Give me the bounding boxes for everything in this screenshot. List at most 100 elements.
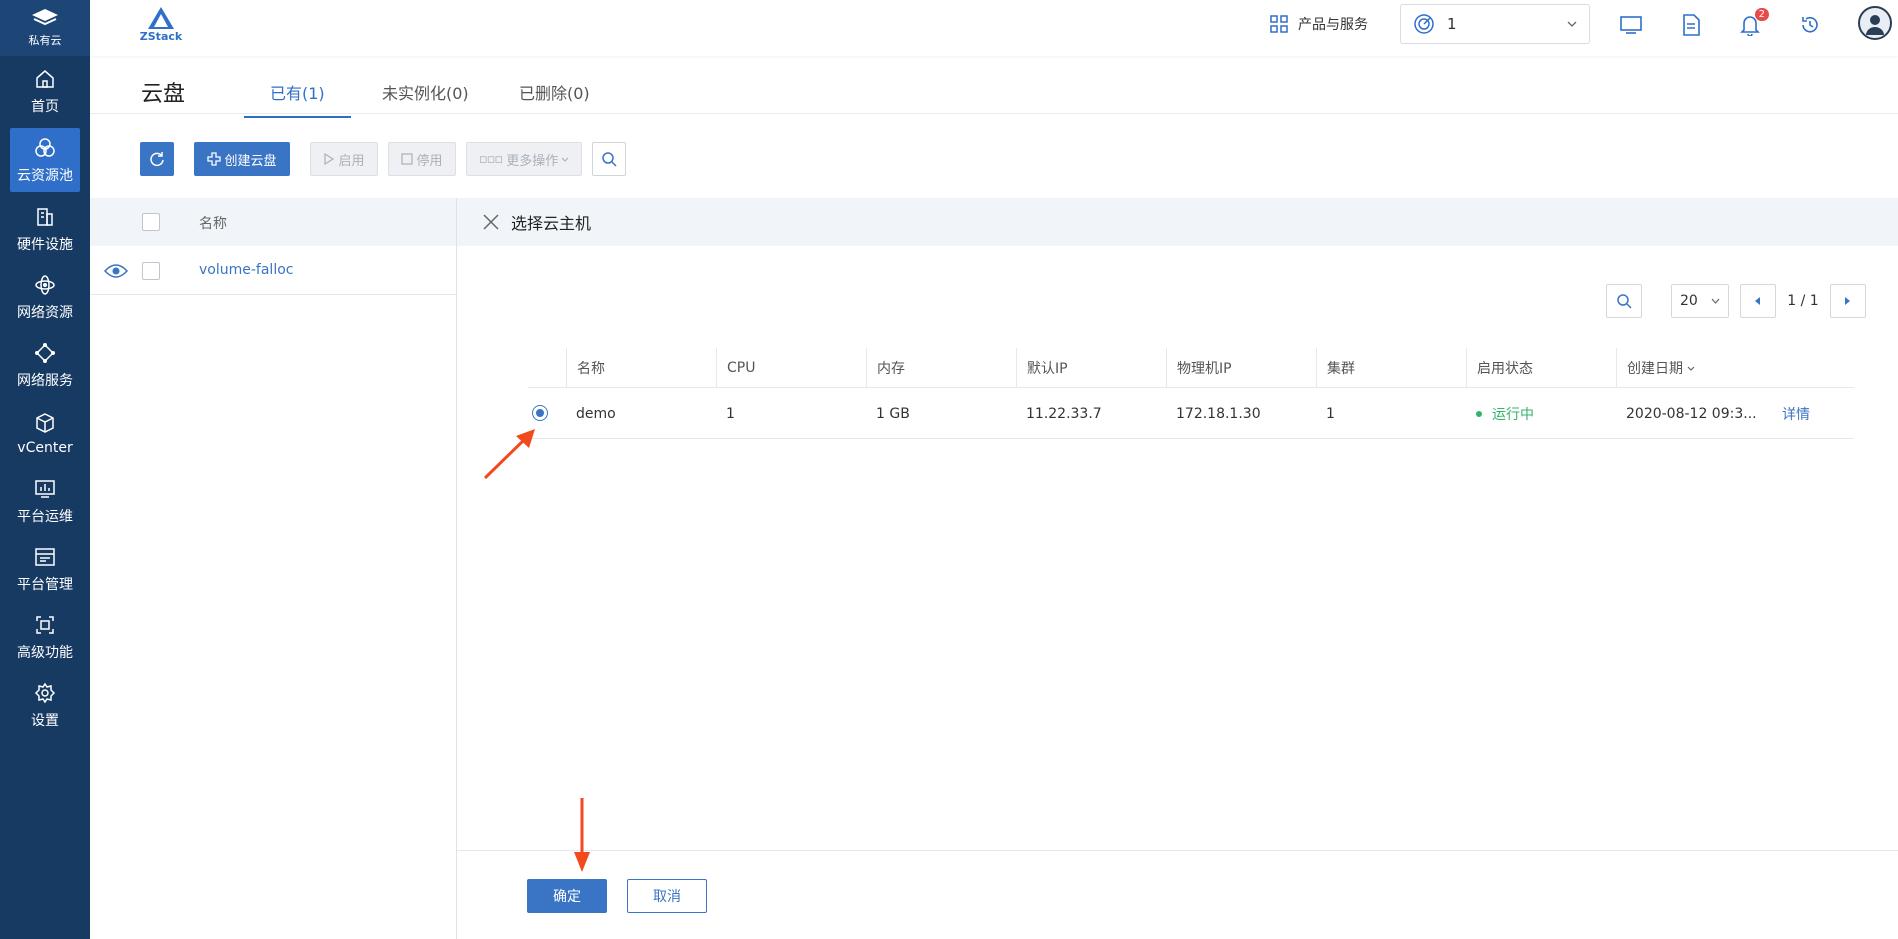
search-icon	[1617, 294, 1632, 309]
sidebar: 私有云 首页 云资源池 硬件设施 网络资源 网络服务 vCenter 平台运维 …	[0, 0, 90, 939]
eye-icon[interactable]	[104, 262, 128, 280]
table-row[interactable]: demo 1 1 GB 11.22.33.7 172.18.1.30 1 运行中…	[528, 389, 1854, 439]
vm-cluster: 1	[1326, 406, 1335, 422]
sidebar-item-label: 高级功能	[17, 645, 73, 661]
status-label: 运行中	[1492, 407, 1534, 423]
sidebar-item-platform-manage[interactable]: 平台管理	[0, 536, 90, 602]
create-volume-label: 创建云盘	[224, 153, 277, 169]
volume-list-header: 名称	[90, 198, 457, 246]
sidebar-brand[interactable]: 私有云	[0, 0, 90, 56]
vm-table-header: 名称 CPU 内存 默认IP 物理机IP 集群 启用状态 创建日期	[528, 348, 1854, 388]
notification-badge: 2	[1754, 8, 1769, 21]
hardware-icon	[32, 204, 58, 230]
sidebar-item-vcenter[interactable]: vCenter	[0, 400, 90, 466]
more-dots-icon: ▫▫▫	[478, 151, 503, 167]
prev-page-button[interactable]	[1740, 284, 1776, 318]
page-size-select[interactable]: 20	[1671, 284, 1729, 318]
products-services-menu[interactable]: 产品与服务	[1270, 14, 1368, 34]
volume-name-link[interactable]: volume-falloc	[199, 262, 293, 278]
sidebar-item-label: 首页	[31, 99, 59, 115]
column-header-default-ip: 默认IP	[1016, 348, 1166, 388]
advanced-icon	[32, 612, 58, 638]
sort-down-icon	[1687, 366, 1695, 371]
user-avatar[interactable]	[1858, 6, 1892, 40]
vcenter-cube-icon	[32, 410, 58, 436]
row-checkbox[interactable]	[142, 262, 160, 280]
status-dot-icon	[1476, 411, 1482, 417]
page-size-value: 20	[1680, 293, 1698, 309]
column-header-cpu: CPU	[716, 348, 866, 388]
sidebar-item-label: 平台运维	[17, 509, 73, 525]
column-header-memory: 内存	[866, 348, 1016, 388]
bell-icon[interactable]: 2	[1737, 8, 1769, 38]
panel-header: 选择云主机	[457, 198, 1898, 246]
zone-value: 1	[1447, 15, 1457, 33]
history-icon[interactable]	[1797, 12, 1823, 38]
search-button[interactable]	[592, 142, 626, 176]
create-volume-button[interactable]: 创建云盘	[194, 142, 290, 176]
sidebar-item-hardware[interactable]: 硬件设施	[0, 196, 90, 262]
sidebar-item-advanced[interactable]: 高级功能	[0, 604, 90, 670]
vm-name: demo	[576, 406, 616, 422]
column-header-created-date[interactable]: 创建日期	[1616, 348, 1854, 388]
sidebar-item-label: 硬件设施	[17, 237, 73, 253]
page-info: 1 / 1	[1787, 293, 1819, 309]
table-row[interactable]: volume-falloc	[90, 247, 457, 295]
detail-link[interactable]: 详情	[1772, 389, 1810, 439]
stop-icon	[401, 153, 414, 165]
status-badge: 运行中	[1466, 389, 1534, 439]
select-all-checkbox[interactable]	[142, 213, 160, 231]
sidebar-item-label: 设置	[31, 713, 59, 729]
tab-existing[interactable]: 已有(1)	[244, 80, 351, 118]
play-icon	[324, 153, 335, 165]
monitor-icon[interactable]	[1618, 12, 1644, 38]
table-search-button[interactable]	[1606, 284, 1642, 318]
platform-manage-icon	[32, 544, 58, 570]
refresh-icon	[150, 152, 164, 167]
sidebar-item-label: 云资源池	[17, 168, 73, 184]
top-bar: ZStack 产品与服务 1 2	[90, 0, 1898, 56]
cloud-pool-icon	[32, 135, 58, 161]
vm-cpu: 1	[726, 406, 735, 422]
sidebar-item-settings[interactable]: 设置	[0, 672, 90, 738]
cancel-button[interactable]: 取消	[627, 879, 707, 913]
page-header: 云盘 已有(1) 未实例化(0) 已删除(0)	[90, 56, 1898, 118]
footer-divider	[457, 850, 1898, 851]
sidebar-item-home[interactable]: 首页	[0, 58, 90, 124]
enable-button[interactable]: 启用	[310, 142, 378, 176]
sidebar-item-cloud-pool[interactable]: 云资源池	[10, 128, 80, 192]
sidebar-item-label: vCenter	[17, 440, 73, 456]
vm-default-ip: 11.22.33.7	[1026, 406, 1102, 422]
confirm-button[interactable]: 确定	[527, 879, 607, 913]
zstack-logo[interactable]: ZStack	[138, 6, 184, 43]
home-icon	[32, 66, 58, 92]
more-actions-label: 更多操作	[506, 153, 559, 169]
monitor-chart-icon	[32, 476, 58, 502]
vm-memory: 1 GB	[876, 406, 910, 422]
tab-uninstantiated[interactable]: 未实例化(0)	[382, 80, 469, 116]
zone-selector[interactable]: 1	[1400, 4, 1590, 44]
next-page-button[interactable]	[1830, 284, 1866, 318]
products-services-label: 产品与服务	[1298, 17, 1368, 33]
caret-left-icon	[1755, 297, 1760, 305]
chevron-down-icon	[561, 157, 569, 162]
refresh-button[interactable]	[140, 142, 174, 176]
enable-label: 启用	[338, 153, 365, 169]
annotation-arrow-icon	[483, 429, 535, 480]
sidebar-item-label: 平台管理	[17, 577, 73, 593]
more-actions-button[interactable]: ▫▫▫ 更多操作	[466, 142, 582, 176]
zstack-logo-icon	[148, 7, 174, 29]
network-service-icon	[32, 340, 58, 366]
sidebar-item-label: 网络资源	[17, 305, 73, 321]
vm-created-date: 2020-08-12 09:3...	[1626, 406, 1757, 422]
sidebar-item-network-service[interactable]: 网络服务	[0, 332, 90, 398]
panel-divider	[456, 198, 457, 939]
document-icon[interactable]	[1678, 12, 1704, 38]
close-icon[interactable]	[483, 214, 499, 230]
sidebar-item-platform-ops[interactable]: 平台运维	[0, 468, 90, 534]
network-resource-icon	[32, 272, 58, 298]
tab-deleted[interactable]: 已删除(0)	[519, 80, 590, 116]
page-title: 云盘	[141, 82, 186, 107]
disable-button[interactable]: 停用	[388, 142, 456, 176]
sidebar-item-network-resource[interactable]: 网络资源	[0, 264, 90, 330]
